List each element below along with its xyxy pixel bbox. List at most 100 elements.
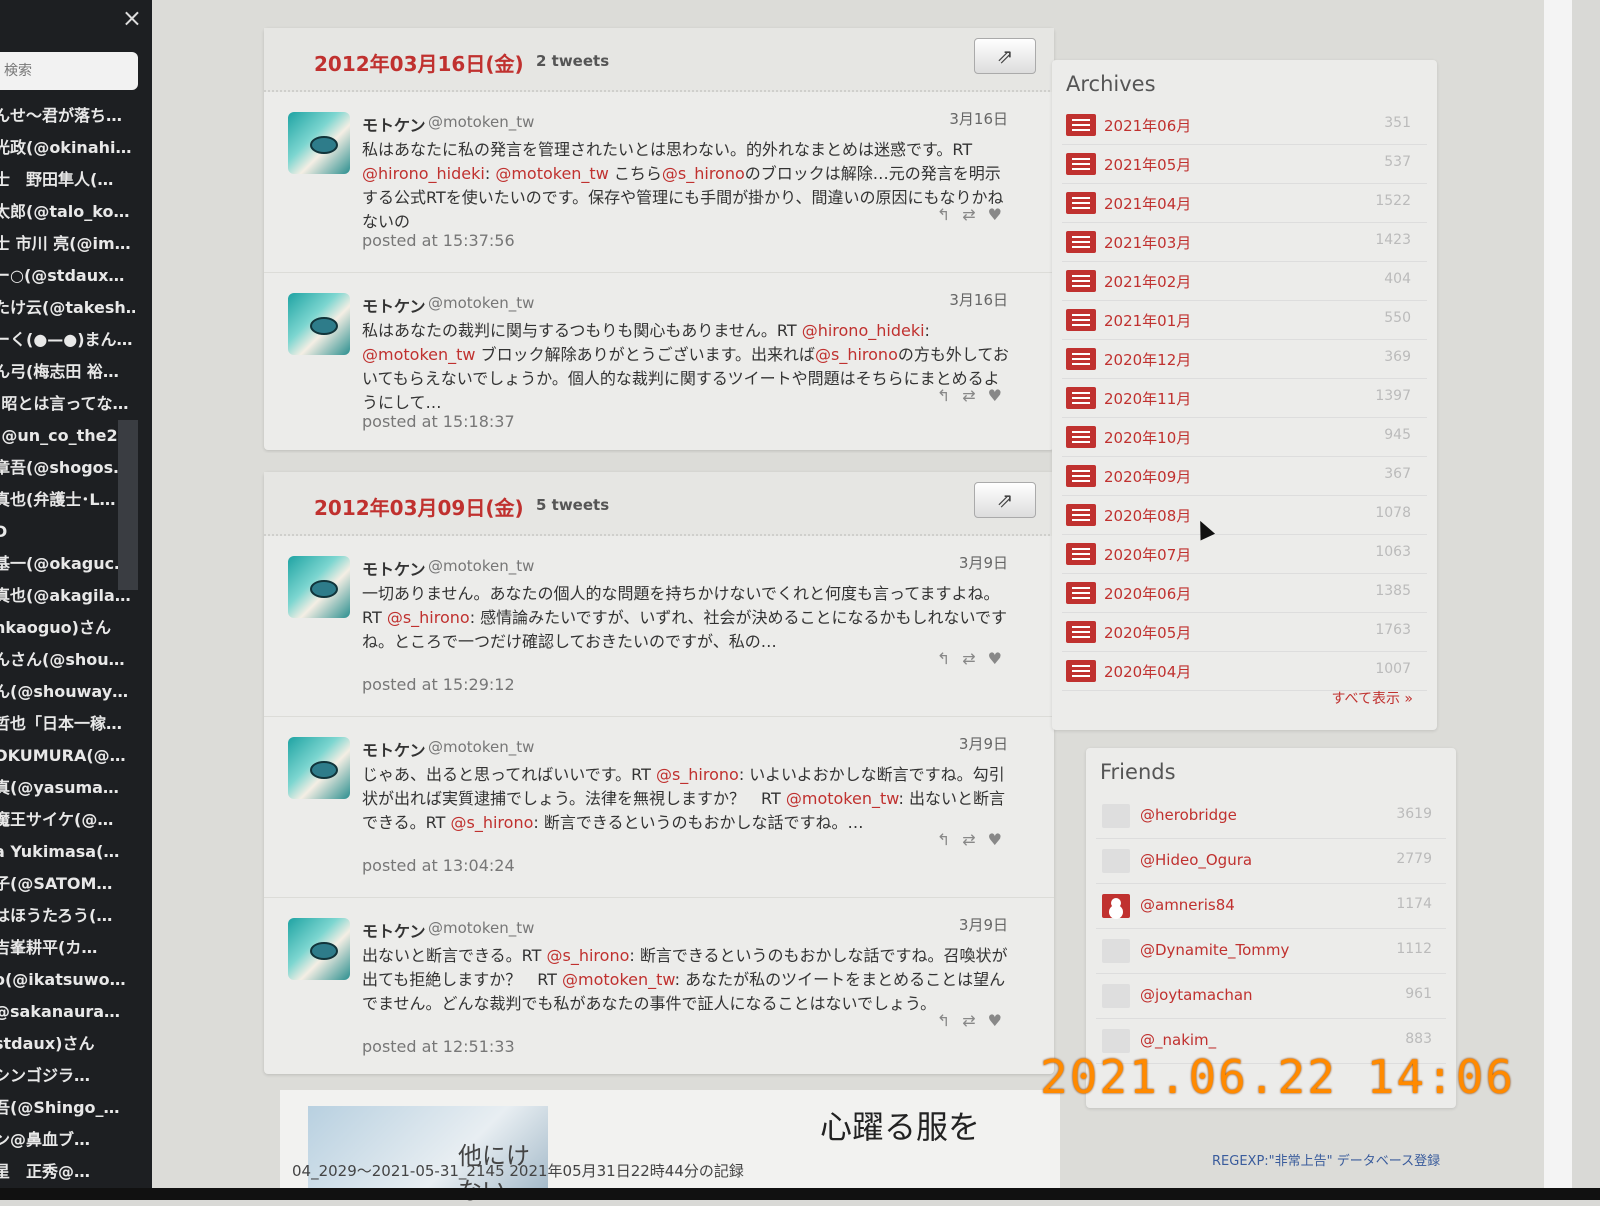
retweet-icon[interactable]: ⇄ (962, 205, 987, 224)
archive-month[interactable]: 2020年04月 (1104, 661, 1191, 682)
archive-month[interactable]: 2020年12月 (1104, 349, 1191, 370)
tweet-author-handle[interactable]: @motoken_tw (428, 557, 534, 575)
retweet-icon[interactable]: ⇄ (962, 386, 987, 405)
archive-item[interactable]: 2020年05月 1763 (1062, 613, 1427, 652)
reply-icon[interactable]: ↰ (937, 649, 962, 668)
tweet-author-name[interactable]: モトケン (362, 112, 426, 136)
tweet-date[interactable]: 3月9日 (959, 733, 1008, 754)
posted-at[interactable]: posted at 15:37:56 (362, 231, 515, 250)
sidebar-user-item[interactable]: んさん(@shou… (0, 644, 135, 676)
reply-icon[interactable]: ↰ (937, 1011, 962, 1030)
posted-at[interactable]: posted at 15:18:37 (362, 412, 515, 431)
sidebar-user-item[interactable]: nkaoguo)さん (0, 612, 135, 644)
sidebar-user-item[interactable]: 真也(@akagila… (0, 580, 135, 612)
retweet-icon[interactable]: ⇄ (962, 1011, 987, 1030)
sidebar-user-item[interactable]: 士 市川 亮(@im… (0, 228, 135, 260)
sidebar-user-item[interactable]: たけ云(@takesh… (0, 292, 135, 324)
tweet-author-name[interactable]: モトケン (362, 556, 426, 580)
archive-month[interactable]: 2020年05月 (1104, 622, 1191, 643)
archive-month[interactable]: 2021年06月 (1104, 115, 1191, 136)
tweet-author-name[interactable]: モトケン (362, 293, 426, 317)
tweet-date[interactable]: 3月9日 (959, 914, 1008, 935)
sidebar-scrollbar[interactable] (118, 420, 138, 590)
sidebar-user-item[interactable]: 子(@SATOM… (0, 868, 135, 900)
friend-item[interactable]: @Dynamite_Tommy 1112 (1096, 929, 1446, 974)
sidebar-user-item[interactable]: stdaux)さん (0, 1028, 135, 1060)
archive-item[interactable]: 2020年06月 1385 (1062, 574, 1427, 613)
mention-link[interactable]: @motoken_tw (495, 164, 608, 183)
mention-link[interactable]: @hirono_hideki (362, 164, 485, 183)
tweet-author-handle[interactable]: @motoken_tw (428, 738, 534, 756)
friend-handle[interactable]: @_nakim_ (1140, 1031, 1216, 1049)
friend-item[interactable]: @herobridge 3619 (1096, 794, 1446, 839)
sidebar-user-item[interactable]: ーく(●—●)まん… (0, 324, 135, 356)
sidebar-user-item[interactable]: 吾(@Shingo_… (0, 1092, 135, 1124)
archive-item[interactable]: 2020年07月 1063 (1062, 535, 1427, 574)
sidebar-user-item[interactable]: 士 野田隼人(… (0, 164, 135, 196)
tweet-author-handle[interactable]: @motoken_tw (428, 294, 534, 312)
mention-link[interactable]: @hirono_hideki (802, 321, 925, 340)
close-icon[interactable]: × (122, 4, 142, 32)
reply-icon[interactable]: ↰ (937, 386, 962, 405)
archive-item[interactable]: 2021年05月 537 (1062, 145, 1427, 184)
posted-at[interactable]: posted at 13:04:24 (362, 856, 515, 875)
mention-link[interactable]: @s_hirono (815, 345, 898, 364)
friend-item[interactable]: @Hideo_Ogura 2779 (1096, 839, 1446, 884)
friend-item[interactable]: @amneris84 1174 (1096, 884, 1446, 929)
archive-item[interactable]: 2020年11月 1397 (1062, 379, 1427, 418)
posted-at[interactable]: posted at 15:29:12 (362, 675, 515, 694)
sidebar-user-item[interactable]: 真(@yasuma… (0, 772, 135, 804)
tweet-date[interactable]: 3月9日 (959, 552, 1008, 573)
avatar[interactable] (288, 737, 350, 799)
sidebar-user-item[interactable]: 太郎(@talo_ko… (0, 196, 135, 228)
archive-item[interactable]: 2020年12月 369 (1062, 340, 1427, 379)
avatar[interactable] (288, 556, 350, 618)
archive-month[interactable]: 2020年10月 (1104, 427, 1191, 448)
retweet-icon[interactable]: ⇄ (962, 649, 987, 668)
tweet-date[interactable]: 3月16日 (949, 108, 1008, 129)
friend-handle[interactable]: @herobridge (1140, 806, 1237, 824)
friend-handle[interactable]: @joytamachan (1140, 986, 1253, 1004)
sidebar-user-item[interactable]: (昭とは言ってな… (0, 388, 135, 420)
archive-month[interactable]: 2020年06月 (1104, 583, 1191, 604)
like-icon[interactable]: ♥ (988, 205, 1014, 224)
sidebar-user-item[interactable]: 基一(@okaguc… (0, 548, 135, 580)
sidebar-user-item[interactable]: a Yukimasa(… (0, 836, 135, 868)
archive-month[interactable]: 2020年08月 (1104, 505, 1191, 526)
archive-month[interactable]: 2021年02月 (1104, 271, 1191, 292)
share-button[interactable]: ⇗ (974, 482, 1036, 518)
mention-link[interactable]: @motoken_tw (786, 789, 899, 808)
sidebar-user-item[interactable]: 章吾(@shogos… (0, 452, 135, 484)
sidebar-user-item[interactable]: @sakanaura… (0, 996, 135, 1028)
sidebar-user-item[interactable]: んせ〜君が落ち… (0, 100, 135, 132)
sidebar-user-item[interactable]: 哲也「日本一稼… (0, 708, 135, 740)
mention-link[interactable]: @s_hirono (662, 164, 745, 183)
archive-month[interactable]: 2021年05月 (1104, 154, 1191, 175)
friend-handle[interactable]: @Dynamite_Tommy (1140, 941, 1289, 959)
archive-month[interactable]: 2021年03月 (1104, 232, 1191, 253)
archive-item[interactable]: 2021年06月 351 (1062, 106, 1427, 145)
archive-month[interactable]: 2020年11月 (1104, 388, 1191, 409)
archive-item[interactable]: 2020年10月 945 (1062, 418, 1427, 457)
sidebar-user-item[interactable]: はほうたろう(… (0, 900, 135, 932)
mention-link[interactable]: @s_hirono (656, 765, 739, 784)
sidebar-user-item[interactable]: ん弓(梅志田 裕… (0, 356, 135, 388)
day-date[interactable]: 2012年03月09日(金) (314, 492, 524, 521)
sidebar-user-item[interactable]: 真也(弁護士･L… (0, 484, 135, 516)
friend-handle[interactable]: @Hideo_Ogura (1140, 851, 1252, 869)
archive-month[interactable]: 2021年01月 (1104, 310, 1191, 331)
mention-link[interactable]: @motoken_tw (562, 970, 675, 989)
sidebar-user-item[interactable]: (@un_co_the2… (0, 420, 135, 452)
retweet-icon[interactable]: ⇄ (962, 830, 987, 849)
tweet-author-name[interactable]: モトケン (362, 737, 426, 761)
sidebar-user-item[interactable]: 星 正秀@… (0, 1156, 135, 1188)
posted-at[interactable]: posted at 12:51:33 (362, 1037, 515, 1056)
mention-link[interactable]: @motoken_tw (362, 345, 475, 364)
archive-item[interactable]: 2021年04月 1522 (1062, 184, 1427, 223)
tweet-date[interactable]: 3月16日 (949, 289, 1008, 310)
footer-regexp-link[interactable]: REGEXP:"非常上告" データベース登録 (1212, 1150, 1440, 1169)
archive-item[interactable]: 2020年08月 1078 (1062, 496, 1427, 535)
day-date[interactable]: 2012年03月16日(金) (314, 48, 524, 77)
reply-icon[interactable]: ↰ (937, 205, 962, 224)
friend-item[interactable]: @joytamachan 961 (1096, 974, 1446, 1019)
